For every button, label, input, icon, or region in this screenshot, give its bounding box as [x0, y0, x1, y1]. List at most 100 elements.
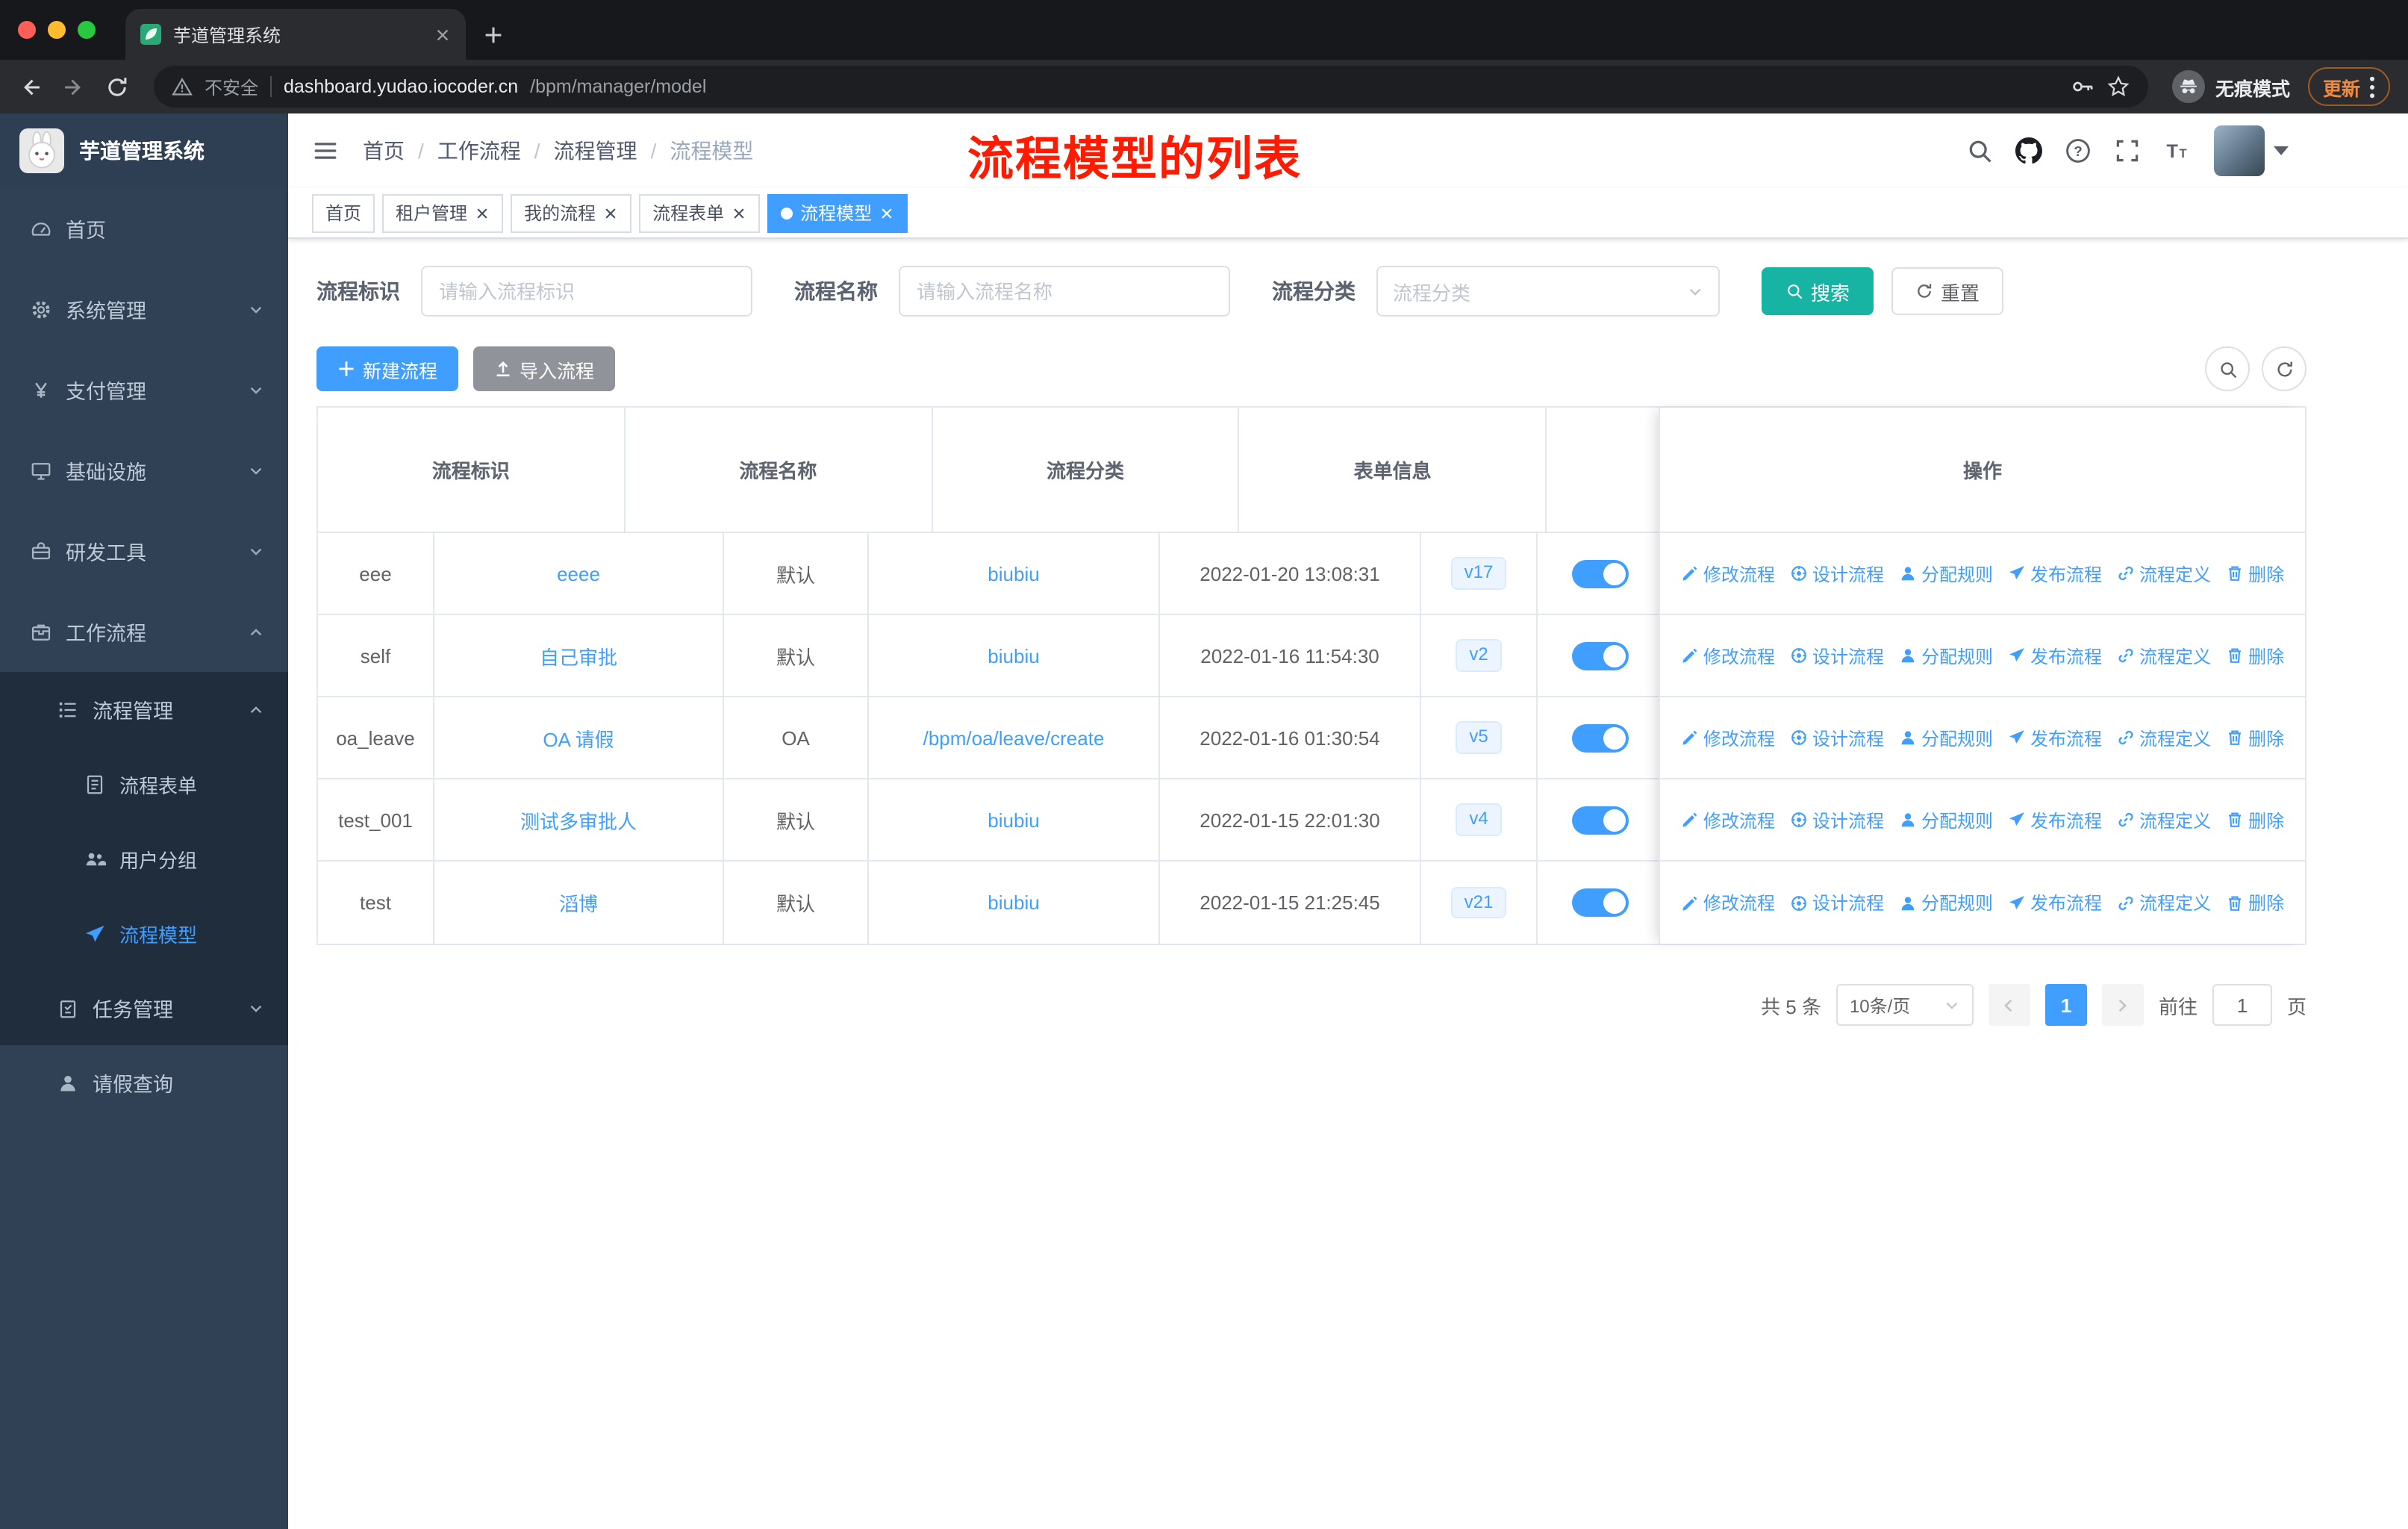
sidebar-item-process-management[interactable]: 流程管理 [0, 672, 288, 747]
delete-link[interactable]: 删除 [2226, 561, 2284, 586]
filter-select[interactable]: 流程分类 [1376, 266, 1720, 317]
filter-input[interactable] [421, 266, 752, 317]
design-process-link[interactable]: 设计流程 [1790, 890, 1884, 915]
tag-item[interactable]: 我的流程 [511, 193, 632, 232]
process-name-link[interactable]: eeee [557, 562, 600, 585]
edit-process-link[interactable]: 修改流程 [1681, 890, 1775, 915]
sidebar-toggle-button[interactable] [312, 137, 339, 164]
sidebar-item-user-group[interactable]: 用户分组 [0, 821, 288, 896]
publish-process-link[interactable]: 发布流程 [2008, 643, 2102, 668]
tag-item[interactable]: 流程表单 [639, 193, 761, 232]
tag-close-icon[interactable] [475, 205, 490, 220]
breadcrumb-item[interactable]: 首页 [363, 136, 405, 166]
font-size-button[interactable]: TT [2163, 137, 2190, 164]
sidebar-item-leave-query[interactable]: 请假查询 [0, 1045, 288, 1120]
assign-rule-link[interactable]: 分配规则 [1899, 561, 1993, 586]
tag-item[interactable]: 首页 [312, 193, 375, 232]
edit-process-link[interactable]: 修改流程 [1681, 807, 1775, 832]
sidebar-item-task-management[interactable]: 任务管理 [0, 971, 288, 1045]
key-icon[interactable] [2071, 75, 2094, 99]
tag-close-icon[interactable] [732, 205, 746, 220]
sidebar-item-system-management[interactable]: 系统管理 [0, 269, 288, 349]
assign-rule-link[interactable]: 分配规则 [1899, 807, 1993, 832]
assign-rule-link[interactable]: 分配规则 [1899, 890, 1993, 915]
tag-item[interactable]: 流程模型 [767, 193, 908, 232]
tag-close-icon[interactable] [879, 205, 894, 220]
active-toggle[interactable] [1571, 806, 1628, 834]
browser-tab[interactable]: 芋道管理系统 [125, 9, 466, 60]
update-button[interactable]: 更新 [2307, 67, 2390, 106]
delete-link[interactable]: 删除 [2226, 643, 2284, 668]
delete-link[interactable]: 删除 [2226, 725, 2284, 750]
process-definition-link[interactable]: 流程定义 [2117, 725, 2211, 750]
sidebar-item-dev-tools[interactable]: 研发工具 [0, 511, 288, 591]
publish-process-link[interactable]: 发布流程 [2008, 725, 2102, 750]
sidebar-item-workflow[interactable]: 工作流程 [0, 591, 288, 672]
page-number-button[interactable]: 1 [2044, 984, 2087, 1026]
publish-process-link[interactable]: 发布流程 [2008, 807, 2102, 832]
search-button[interactable]: 搜索 [1762, 267, 1874, 315]
form-link[interactable]: biubiu [988, 644, 1039, 667]
reload-button[interactable] [105, 74, 130, 99]
breadcrumb-item[interactable]: 工作流程 [437, 136, 521, 166]
process-name-link[interactable]: 滔博 [559, 888, 598, 917]
import-process-button[interactable]: 导入流程 [473, 346, 616, 391]
github-button[interactable] [2015, 137, 2042, 164]
forward-button[interactable] [61, 74, 87, 99]
form-link[interactable]: biubiu [988, 562, 1039, 585]
form-link[interactable]: biubiu [988, 809, 1039, 831]
back-button[interactable] [18, 74, 43, 99]
sidebar-item-payment-management[interactable]: 支付管理 [0, 349, 288, 430]
form-link[interactable]: /bpm/oa/leave/create [923, 726, 1105, 749]
form-link[interactable]: biubiu [988, 891, 1039, 914]
toggle-search-button[interactable] [2205, 346, 2250, 391]
zoom-window-button[interactable] [78, 21, 96, 39]
help-button[interactable]: ? [2065, 137, 2092, 164]
process-name-link[interactable]: 测试多审批人 [520, 806, 637, 834]
delete-link[interactable]: 删除 [2226, 890, 2284, 915]
sidebar-item-home[interactable]: 首页 [0, 188, 288, 269]
edit-process-link[interactable]: 修改流程 [1681, 643, 1775, 668]
active-toggle[interactable] [1571, 888, 1628, 917]
create-process-button[interactable]: 新建流程 [316, 346, 459, 391]
tag-close-icon[interactable] [603, 205, 618, 220]
process-name-link[interactable]: OA 请假 [543, 723, 614, 752]
fullscreen-button[interactable] [2114, 137, 2141, 164]
close-window-button[interactable] [18, 21, 36, 39]
delete-link[interactable]: 删除 [2226, 807, 2284, 832]
sidebar-item-infrastructure[interactable]: 基础设施 [0, 430, 288, 511]
app-logo[interactable]: 芋道管理系统 [0, 113, 288, 188]
design-process-link[interactable]: 设计流程 [1790, 561, 1884, 586]
sidebar-item-process-model[interactable]: 流程模型 [0, 896, 288, 971]
assign-rule-link[interactable]: 分配规则 [1899, 643, 1993, 668]
publish-process-link[interactable]: 发布流程 [2008, 890, 2102, 915]
active-toggle[interactable] [1571, 559, 1628, 588]
search-button[interactable] [1966, 137, 1993, 164]
process-name-link[interactable]: 自己审批 [540, 641, 617, 670]
breadcrumb-item[interactable]: 流程管理 [554, 136, 637, 166]
sidebar-item-process-form[interactable]: 流程表单 [0, 747, 288, 821]
tab-close-icon[interactable] [434, 26, 451, 43]
edit-process-link[interactable]: 修改流程 [1681, 725, 1775, 750]
user-avatar-button[interactable] [2214, 125, 2289, 176]
new-tab-button[interactable] [484, 25, 503, 45]
filter-input[interactable] [899, 266, 1230, 317]
process-definition-link[interactable]: 流程定义 [2117, 807, 2211, 832]
edit-process-link[interactable]: 修改流程 [1681, 561, 1775, 586]
active-toggle[interactable] [1571, 641, 1628, 670]
minimize-window-button[interactable] [48, 21, 66, 39]
process-definition-link[interactable]: 流程定义 [2117, 890, 2211, 915]
next-page-button[interactable] [2101, 984, 2144, 1026]
refresh-table-button[interactable] [2262, 346, 2306, 391]
process-definition-link[interactable]: 流程定义 [2117, 643, 2211, 668]
goto-page-input[interactable] [2212, 984, 2272, 1026]
prev-page-button[interactable] [1988, 984, 2030, 1026]
tag-item[interactable]: 租户管理 [382, 193, 504, 232]
publish-process-link[interactable]: 发布流程 [2008, 561, 2102, 586]
process-definition-link[interactable]: 流程定义 [2117, 561, 2211, 586]
page-size-select[interactable]: 10条/页 [1835, 984, 1974, 1026]
assign-rule-link[interactable]: 分配规则 [1899, 725, 1993, 750]
bookmark-star-icon[interactable] [2106, 75, 2130, 99]
design-process-link[interactable]: 设计流程 [1790, 725, 1884, 750]
address-bar[interactable]: 不安全 dashboard.yudao.iocoder.cn/bpm/manag… [154, 66, 2148, 108]
